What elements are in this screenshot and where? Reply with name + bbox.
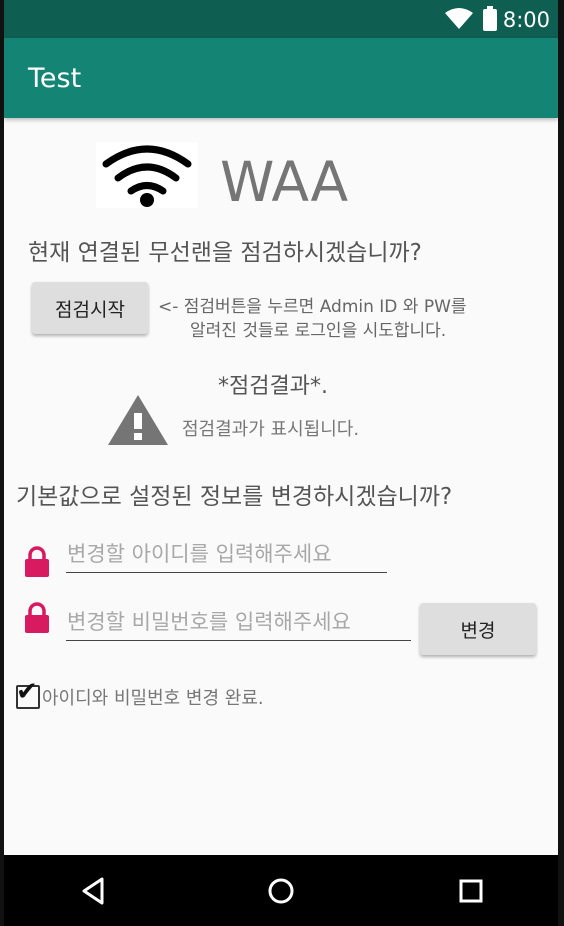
battery-icon xyxy=(483,6,497,31)
lock-icon xyxy=(25,602,49,633)
warning-icon xyxy=(108,395,168,445)
app-name-heading: WAA xyxy=(220,150,349,214)
change-complete-checkbox-row[interactable]: ✔ 아이디와 비밀번호 변경 완료. xyxy=(16,679,264,710)
home-circle-icon[interactable] xyxy=(263,873,299,909)
start-check-button[interactable]: 점검시작 xyxy=(32,282,148,334)
phone-screen: 8:00 Test WAA 현재 연결된 무선랜을 점검하시겠습니까? 점검시작… xyxy=(4,0,558,926)
result-title: *점검결과*. xyxy=(218,374,328,399)
app-bar-title: Test xyxy=(28,63,82,94)
check-hint-line1: <- 점검버튼을 누르면 Admin ID 와 PW를 xyxy=(158,297,467,317)
back-triangle-icon[interactable] xyxy=(76,873,112,909)
wifi-icon xyxy=(102,145,192,207)
new-id-input[interactable] xyxy=(66,542,387,573)
recents-square-icon[interactable] xyxy=(453,873,489,909)
checkmark-icon: ✔ xyxy=(16,677,38,707)
status-time: 8:00 xyxy=(502,8,550,32)
new-password-input[interactable] xyxy=(66,610,411,641)
change-complete-checkbox[interactable]: ✔ xyxy=(16,679,40,709)
wifi-logo-image xyxy=(96,142,198,208)
main-content: WAA 현재 연결된 무선랜을 점검하시겠습니까? 점검시작 <- 점검버튼을 … xyxy=(4,118,558,855)
lock-icon xyxy=(25,546,49,577)
check-hint: <- 점검버튼을 누르면 Admin ID 와 PW를 알려진 것들로 로그인을… xyxy=(158,295,518,343)
wifi-status-icon xyxy=(445,8,473,29)
app-bar: Test xyxy=(4,38,558,118)
change-question: 기본값으로 설정된 정보를 변경하시겠습니까? xyxy=(16,484,453,510)
result-text: 점검결과가 표시됩니다. xyxy=(182,419,360,440)
check-hint-line2: 알려진 것들로 로그인을 시도합니다. xyxy=(190,321,447,341)
status-bar: 8:00 xyxy=(4,0,558,38)
check-question: 현재 연결된 무선랜을 점검하시겠습니까? xyxy=(28,240,422,266)
change-button[interactable]: 변경 xyxy=(420,603,536,655)
navigation-bar xyxy=(4,855,558,926)
change-complete-label: 아이디와 비밀번호 변경 완료. xyxy=(42,688,264,709)
